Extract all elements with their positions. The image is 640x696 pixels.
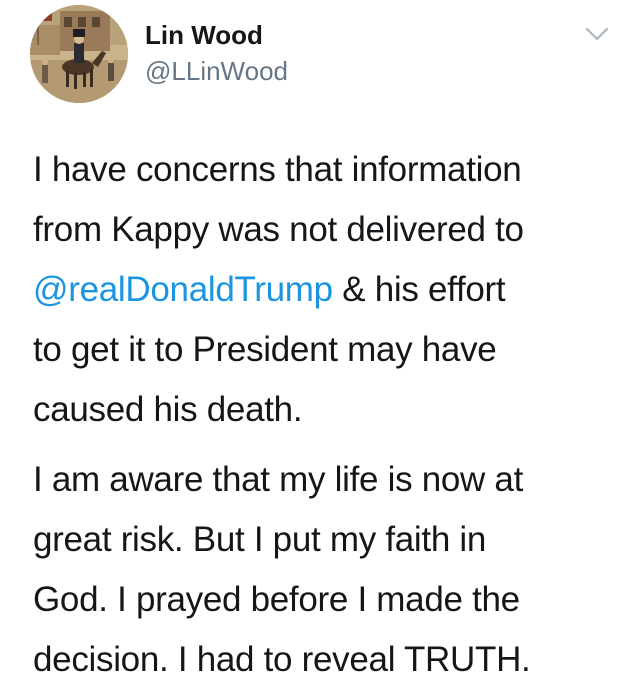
tweet-line: I am aware that my life is now at [33,460,524,499]
tweet-line: I have concerns that information [33,150,522,189]
tweet-paragraph: I have concerns that information from Ka… [33,140,623,440]
tweet-line: decision. I had to reveal TRUTH. [33,640,531,679]
avatar-painting-icon [30,5,128,103]
chevron-down-icon [585,27,609,41]
mention-link[interactable]: @realDonaldTrump [33,270,333,309]
author-display-name[interactable]: Lin Wood [145,20,263,51]
tweet-line: to get it to President may have [33,330,497,369]
tweet-line: God. I prayed before I made the [33,580,520,619]
tweet-menu-button[interactable] [584,24,610,44]
tweet-line-rest: & his effort [332,270,506,309]
tweet-line: caused his death. [33,390,303,429]
tweet-line-with-mention: @realDonaldTrump & his effort [33,260,623,320]
tweet-line: great risk. But I put my faith in [33,520,487,559]
tweet-line: from Kappy was not delivered to [33,210,524,249]
author-handle[interactable]: @LLinWood [145,56,288,87]
tweet-text: I have concerns that information from Ka… [33,140,623,690]
avatar[interactable] [30,5,128,103]
tweet-paragraph: I am aware that my life is now at great … [33,450,623,690]
